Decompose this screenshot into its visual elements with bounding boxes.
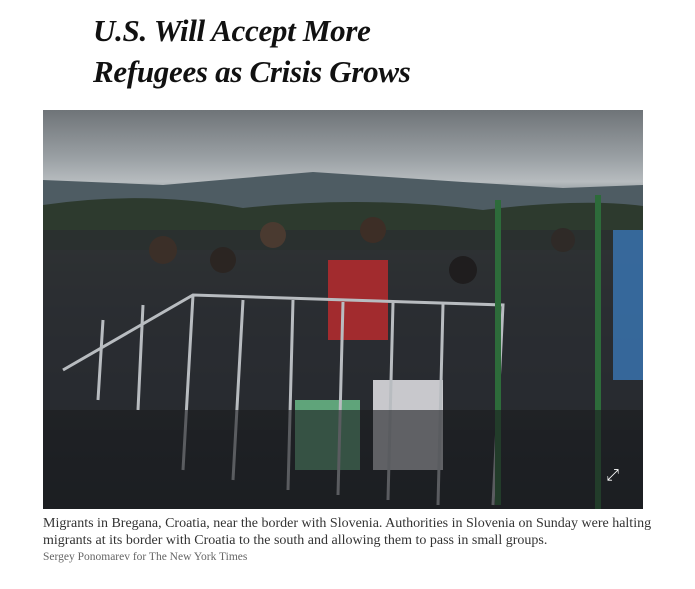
headline-line-2: Refugees as Crisis Grows — [93, 54, 411, 89]
bags — [43, 410, 643, 509]
expand-icon[interactable]: ⤢ — [606, 465, 619, 485]
headline: U.S. Will Accept More Refugees as Crisis … — [93, 10, 411, 92]
photo-scene — [43, 172, 643, 509]
photo-caption: Migrants in Bregana, Croatia, near the b… — [43, 516, 652, 548]
headline-line-1: U.S. Will Accept More — [93, 13, 371, 48]
article-photo[interactable]: ⤢ — [43, 110, 643, 509]
photo-credit: Sergey Ponomarev for The New York Times — [43, 551, 248, 563]
